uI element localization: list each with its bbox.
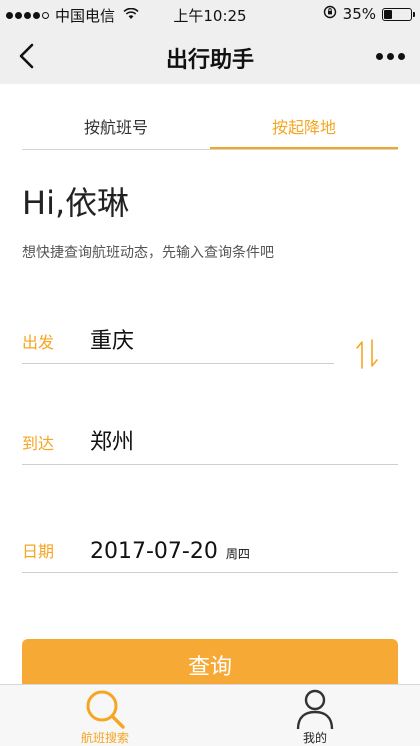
departure-field[interactable]: 出发 重庆 <box>22 324 334 364</box>
arrival-value[interactable]: 郑州 <box>90 424 134 456</box>
arrival-field[interactable]: 到达 郑州 <box>22 425 398 465</box>
date-field[interactable]: 日期 2017-07-20 周四 <box>22 533 398 573</box>
more-icon[interactable] <box>370 42 410 70</box>
tabbar-label-flight-search: 航班搜索 <box>80 731 129 745</box>
departure-label: 出发 <box>22 333 55 352</box>
page-title: 出行助手 <box>165 48 254 73</box>
tabbar-item-flight-search[interactable]: 航班搜索 <box>0 685 210 746</box>
user-icon <box>293 687 337 731</box>
date-value[interactable]: 2017-07-20 周四 <box>90 539 250 564</box>
battery-icon <box>382 7 415 21</box>
date-label: 日期 <box>22 542 55 561</box>
arrival-label: 到达 <box>22 434 55 453</box>
bottom-tab-bar: 航班搜索 我的 <box>0 684 420 746</box>
search-icon <box>83 687 127 731</box>
tab-by-flight-number[interactable]: 按航班号 <box>22 110 210 149</box>
rotation-lock-icon <box>323 5 337 23</box>
weekday-label: 周四 <box>225 547 250 561</box>
search-mode-tabs: 按航班号 按起降地 <box>22 110 398 150</box>
tab-by-route[interactable]: 按起降地 <box>210 110 398 149</box>
departure-value[interactable]: 重庆 <box>90 323 134 355</box>
date-text: 2017-07-20 <box>90 539 218 564</box>
greeting-heading: Hi,依琳 <box>22 184 130 222</box>
battery-percent: 35% <box>342 5 376 23</box>
tabbar-label-mine: 我的 <box>302 731 327 745</box>
nav-bar: 出行助手 <box>0 28 420 84</box>
status-right: 35% <box>323 5 415 23</box>
greeting-subtitle: 想快捷查询航班动态，先输入查询条件吧 <box>22 245 274 261</box>
tabbar-item-mine[interactable]: 我的 <box>210 685 420 746</box>
status-bar: 中国电信 上午10:25 35% <box>0 0 420 28</box>
swap-icon[interactable] <box>350 336 384 372</box>
